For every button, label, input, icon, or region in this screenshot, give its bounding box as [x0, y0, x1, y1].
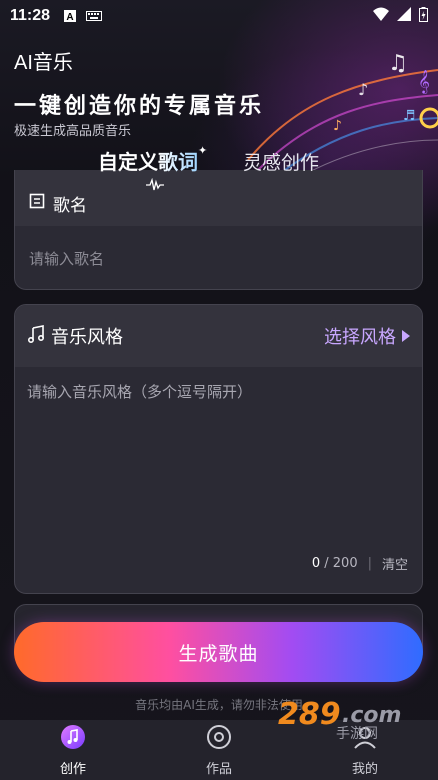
- char-counter: 0 / 200 | 清空: [312, 554, 408, 573]
- svg-text:♪: ♪: [333, 118, 342, 134]
- tab-custom-lyrics[interactable]: 自定义歌词: [98, 146, 198, 175]
- battery-icon: [419, 6, 428, 26]
- svg-text:𝄞: 𝄞: [418, 69, 430, 94]
- caret-right-icon: [402, 326, 410, 347]
- music-style-label: 音乐风格: [51, 327, 123, 348]
- svg-text:♫: ♫: [388, 51, 408, 76]
- signal-icon: [397, 7, 411, 25]
- subheadline: 极速生成高品质音乐: [14, 124, 132, 139]
- char-count-current: 0: [311, 556, 321, 571]
- counter-divider: |: [367, 556, 372, 571]
- status-time: 11:28: [10, 7, 51, 24]
- nav-item-create[interactable]: 创作: [0, 720, 146, 780]
- svg-text:♬: ♬: [403, 108, 416, 124]
- tab-custom-lyrics-prefix: 自定义: [98, 150, 158, 174]
- generate-song-button[interactable]: 生成歌曲: [14, 622, 423, 682]
- nav-item-works[interactable]: 作品: [146, 720, 292, 780]
- svg-text:♪: ♪: [358, 80, 368, 99]
- keyboard-icon: [86, 11, 103, 21]
- svg-text:289: 289: [278, 697, 341, 732]
- song-name-input[interactable]: 请输入歌名: [29, 248, 104, 269]
- music-disc-icon: [60, 724, 86, 754]
- clear-button[interactable]: 清空: [382, 554, 408, 573]
- music-style-input[interactable]: 请输入音乐风格（多个逗号隔开）: [27, 381, 252, 402]
- document-icon: [29, 193, 45, 214]
- music-style-header: 音乐风格 选择风格: [15, 305, 422, 367]
- nav-label-mine: 我的: [351, 761, 378, 777]
- site-watermark-logo: 289 .com 手游网: [278, 697, 401, 740]
- music-style-card: 音乐风格 选择风格 请输入音乐风格（多个逗号隔开） 0 / 200 | 清空: [14, 304, 423, 594]
- tab-custom-lyrics-highlight: 歌词: [158, 150, 198, 174]
- app-title: AI音乐: [14, 52, 73, 74]
- tab-inspiration[interactable]: 灵感创作: [243, 148, 319, 175]
- char-count-max: / 200: [324, 556, 358, 571]
- disc-icon: [206, 724, 232, 754]
- svg-text:A: A: [66, 12, 73, 22]
- song-name-label: 歌名: [53, 195, 87, 216]
- waveform-icon: [146, 178, 164, 191]
- music-note-icon: [27, 324, 45, 348]
- mode-tabs: 自定义歌词 ✦ 灵感创作: [0, 144, 438, 191]
- wifi-icon: [373, 7, 389, 25]
- svg-text:.com: .com: [342, 703, 401, 728]
- select-style-label: 选择风格: [324, 327, 396, 348]
- select-style-button[interactable]: 选择风格: [324, 323, 410, 349]
- nav-label-works: 作品: [205, 761, 232, 777]
- headline: 一键创造你的专属音乐: [14, 94, 265, 119]
- nav-label-create: 创作: [59, 761, 86, 777]
- sparkle-icon: ✦: [198, 144, 208, 157]
- a-notification-icon: A: [64, 10, 77, 22]
- svg-text:手游网: 手游网: [336, 726, 378, 740]
- status-bar: 11:28 A: [0, 0, 438, 32]
